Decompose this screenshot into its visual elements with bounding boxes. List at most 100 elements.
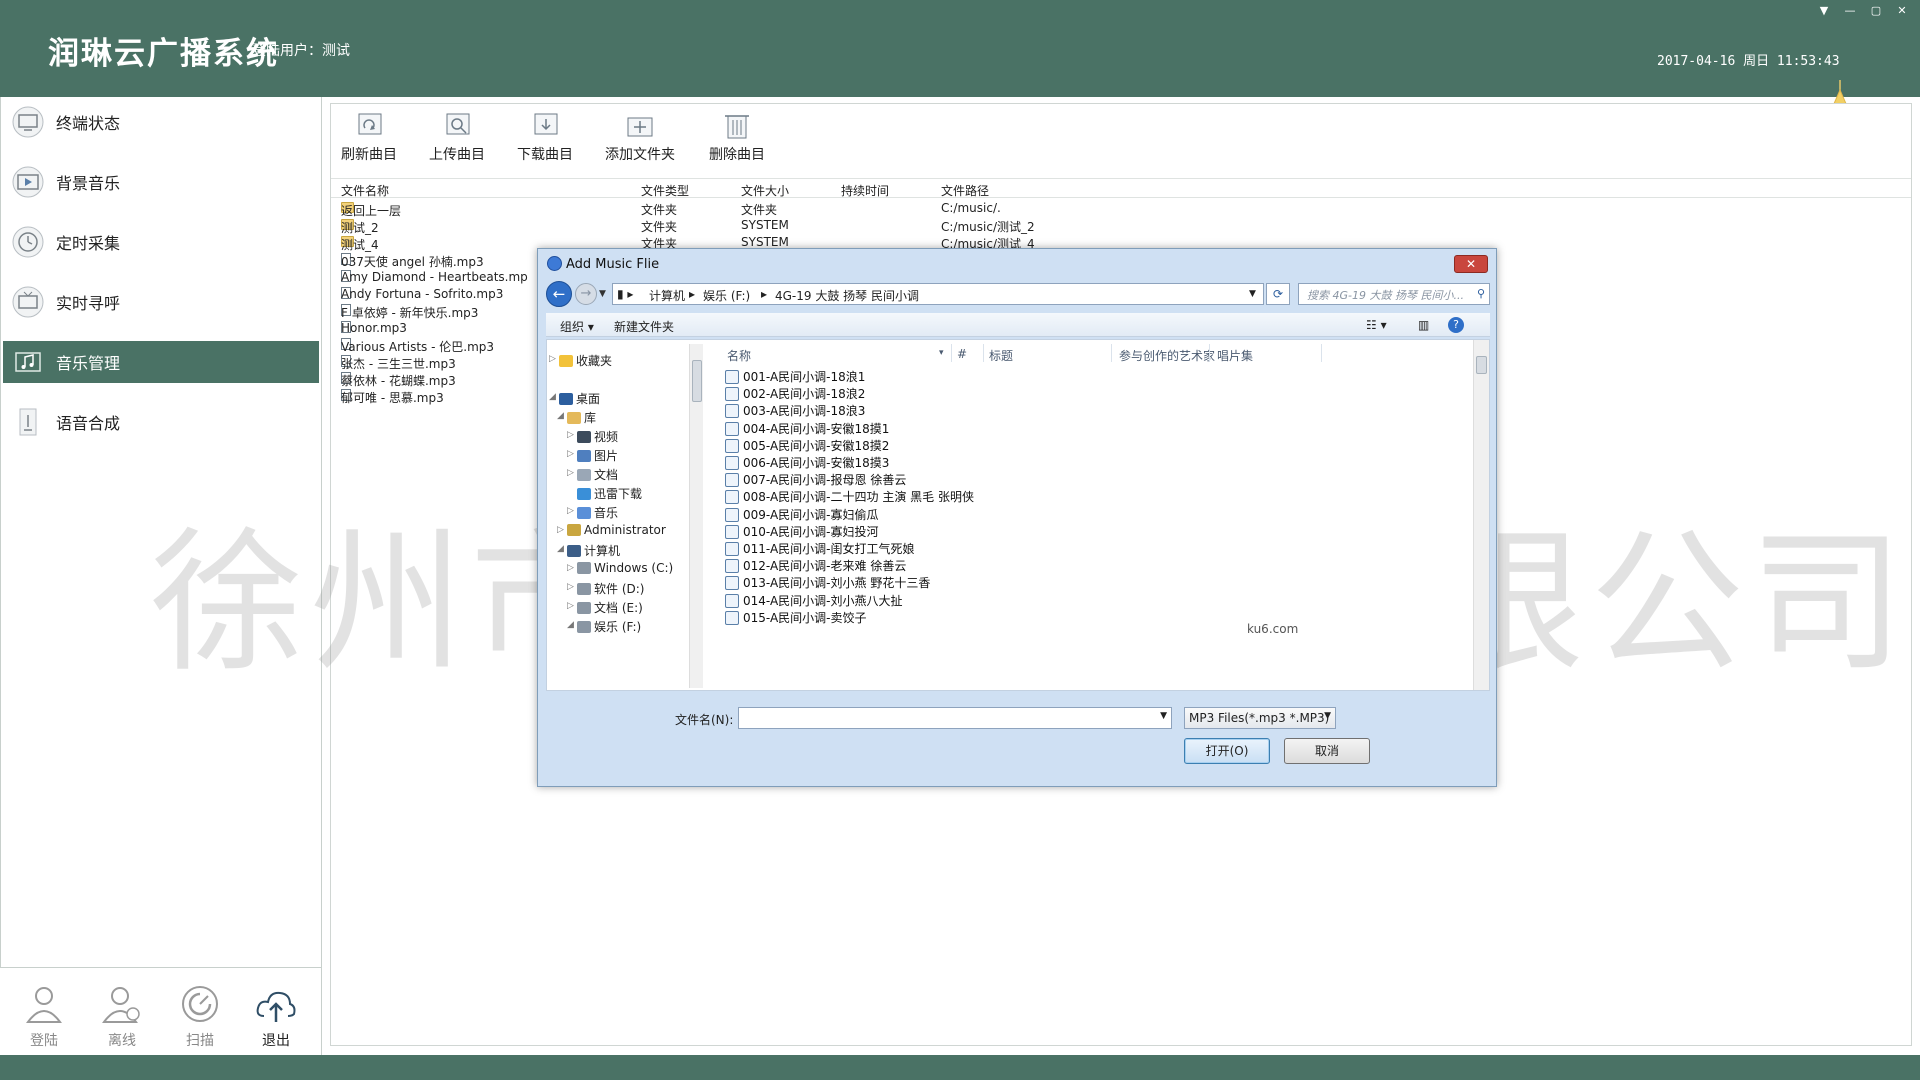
- expand-arrow-icon[interactable]: ▷: [549, 354, 556, 364]
- scrollbar-thumb[interactable]: [1476, 356, 1487, 374]
- column-album[interactable]: 唱片集: [1217, 347, 1253, 364]
- sidebar-item-speech-synthesis[interactable]: 语音合成: [3, 401, 319, 443]
- list-item[interactable]: 004-A民间小调-安徽18摸1: [725, 420, 889, 437]
- list-item[interactable]: 003-A民间小调-18浪3: [725, 402, 865, 419]
- tree-item[interactable]: 迅雷下载: [577, 485, 642, 502]
- expand-arrow-icon[interactable]: ▷: [557, 525, 564, 535]
- cancel-button[interactable]: 取消: [1284, 738, 1370, 764]
- expand-arrow-icon[interactable]: ▷: [567, 506, 574, 516]
- column-header[interactable]: 文件类型: [641, 182, 689, 199]
- column-header[interactable]: 文件路径: [941, 182, 989, 199]
- delete-tracks-button[interactable]: 删除曲目: [709, 110, 765, 164]
- column-header[interactable]: 文件名称: [341, 182, 389, 199]
- dropdown-icon[interactable]: ▼: [1814, 4, 1834, 18]
- tree-item[interactable]: 桌面: [559, 390, 600, 407]
- filetype-dropdown-icon[interactable]: ▼: [1324, 711, 1331, 721]
- column-title[interactable]: 标题: [989, 347, 1013, 364]
- minimize-button[interactable]: —: [1840, 4, 1860, 18]
- tree-item[interactable]: 软件 (D:): [577, 580, 644, 597]
- forward-button[interactable]: →: [575, 283, 597, 305]
- sort-dropdown-icon[interactable]: ▾: [939, 348, 944, 358]
- preview-pane-icon[interactable]: ▥: [1418, 318, 1429, 332]
- add-folder-button[interactable]: 添加文件夹: [605, 110, 675, 164]
- address-bar[interactable]: ▮ ▸ 计算机 ▸ 娱乐 (F:) ▸ 4G-19 大鼓 扬琴 民间小调 ▼: [612, 283, 1264, 305]
- exit-button[interactable]: 退出: [246, 982, 306, 1050]
- list-item[interactable]: 012-A民间小调-老来难 徐善云: [725, 557, 906, 574]
- expand-arrow-icon[interactable]: ▷: [567, 468, 574, 478]
- expand-arrow-icon[interactable]: ▷: [567, 563, 574, 573]
- filename-input[interactable]: ▼: [738, 707, 1172, 729]
- expand-arrow-icon[interactable]: ◢: [557, 544, 564, 554]
- maximize-button[interactable]: ▢: [1866, 4, 1886, 18]
- list-item[interactable]: 010-A民间小调-寡妇投河: [725, 523, 879, 540]
- filename-dropdown-icon[interactable]: ▼: [1160, 711, 1167, 721]
- upload-tracks-button[interactable]: 上传曲目: [429, 110, 485, 164]
- column-header[interactable]: 文件大小: [741, 182, 789, 199]
- sidebar-item-scheduled-capture[interactable]: 定时采集: [3, 221, 319, 263]
- sidebar-item-terminal-status[interactable]: 终端状态: [3, 101, 319, 143]
- list-item[interactable]: 005-A民间小调-安徽18摸2: [725, 437, 889, 454]
- tree-item[interactable]: 库: [567, 409, 596, 426]
- offline-button[interactable]: 离线: [92, 982, 152, 1050]
- expand-arrow-icon[interactable]: ▷: [567, 601, 574, 611]
- column-header[interactable]: 持续时间: [841, 182, 889, 199]
- expand-arrow-icon[interactable]: ◢: [567, 620, 574, 630]
- tree-item[interactable]: Administrator: [567, 523, 666, 537]
- list-item[interactable]: 009-A民间小调-寡妇偷瓜: [725, 506, 879, 523]
- sidebar-item-realtime-paging[interactable]: 实时寻呼: [3, 281, 319, 323]
- list-item[interactable]: 008-A民间小调-二十四功 主演 黑毛 张明侠: [725, 488, 974, 505]
- list-item[interactable]: 011-A民间小调-闺女打工气死娘: [725, 540, 915, 557]
- view-options-icon[interactable]: ☷ ▾: [1366, 318, 1387, 332]
- tree-item[interactable]: 音乐: [577, 504, 618, 521]
- tree-item[interactable]: 图片: [577, 447, 618, 464]
- tree-item[interactable]: 娱乐 (F:): [577, 618, 641, 635]
- list-scrollbar[interactable]: [1473, 340, 1489, 690]
- help-icon[interactable]: ?: [1448, 317, 1464, 333]
- search-input[interactable]: 搜索 4G-19 大鼓 扬琴 民间小... ⚲: [1298, 283, 1490, 305]
- list-item[interactable]: 006-A民间小调-安徽18摸3: [725, 454, 889, 471]
- tree-item[interactable]: 视频: [577, 428, 618, 445]
- scan-button[interactable]: 扫描: [170, 982, 230, 1050]
- breadcrumb-folder[interactable]: 4G-19 大鼓 扬琴 民间小调: [775, 287, 919, 304]
- tree-scrollbar[interactable]: [689, 344, 703, 688]
- list-item[interactable]: 014-A民间小调-刘小燕八大扯: [725, 592, 903, 609]
- new-folder-button[interactable]: 新建文件夹: [614, 318, 674, 335]
- tree-item[interactable]: 文档 (E:): [577, 599, 643, 616]
- list-item[interactable]: 015-A民间小调-卖饺子: [725, 609, 867, 626]
- history-dropdown-icon[interactable]: ▼: [599, 289, 606, 299]
- expand-arrow-icon[interactable]: ▷: [567, 449, 574, 459]
- list-item[interactable]: 007-A民间小调-报母恩 徐善云: [725, 471, 906, 488]
- expand-arrow-icon[interactable]: ▷: [567, 430, 574, 440]
- list-item[interactable]: 002-A民间小调-18浪2: [725, 385, 865, 402]
- sidebar-item-music-management[interactable]: 音乐管理: [3, 341, 319, 383]
- breadcrumb-computer[interactable]: 计算机: [649, 287, 685, 304]
- tree-item[interactable]: 收藏夹: [559, 352, 612, 369]
- tree-item[interactable]: 计算机: [567, 542, 620, 559]
- expand-arrow-icon[interactable]: ◢: [549, 392, 556, 402]
- filetype-select[interactable]: MP3 Files(*.mp3 *.MP3) ▼: [1184, 707, 1336, 729]
- column-artist[interactable]: 参与创作的艺术家: [1119, 347, 1215, 364]
- expand-arrow-icon[interactable]: ▷: [567, 582, 574, 592]
- column-number[interactable]: #: [957, 347, 967, 361]
- login-button[interactable]: 登陆: [14, 982, 74, 1050]
- back-button[interactable]: ←: [546, 281, 572, 307]
- refresh-tracks-button[interactable]: 刷新曲目: [341, 110, 397, 164]
- table-row[interactable]: 测试_2 文件夹 SYSTEM C:/music/测试_2: [331, 217, 1911, 235]
- dialog-close-button[interactable]: ✕: [1454, 255, 1488, 273]
- tree-item[interactable]: 文档: [577, 466, 618, 483]
- scrollbar-thumb[interactable]: [692, 360, 702, 402]
- download-tracks-button[interactable]: 下载曲目: [517, 110, 573, 164]
- expand-arrow-icon[interactable]: ◢: [557, 411, 564, 421]
- column-name[interactable]: 名称: [727, 347, 751, 364]
- open-button[interactable]: 打开(O): [1184, 738, 1270, 764]
- close-window-button[interactable]: ✕: [1892, 4, 1912, 18]
- list-item[interactable]: 001-A民间小调-18浪1: [725, 368, 865, 385]
- refresh-icon[interactable]: ⟳: [1266, 283, 1290, 305]
- sidebar-item-background-music[interactable]: 背景音乐: [3, 161, 319, 203]
- list-item[interactable]: 013-A民间小调-刘小燕 野花十三香: [725, 574, 930, 591]
- table-row[interactable]: 返回上一层 文件夹 文件夹 C:/music/.: [331, 200, 1911, 218]
- breadcrumb-drive[interactable]: 娱乐 (F:): [703, 287, 750, 304]
- tree-item[interactable]: Windows (C:): [577, 561, 673, 575]
- address-dropdown-icon[interactable]: ▼: [1249, 289, 1256, 299]
- organize-menu[interactable]: 组织 ▾: [560, 318, 594, 335]
